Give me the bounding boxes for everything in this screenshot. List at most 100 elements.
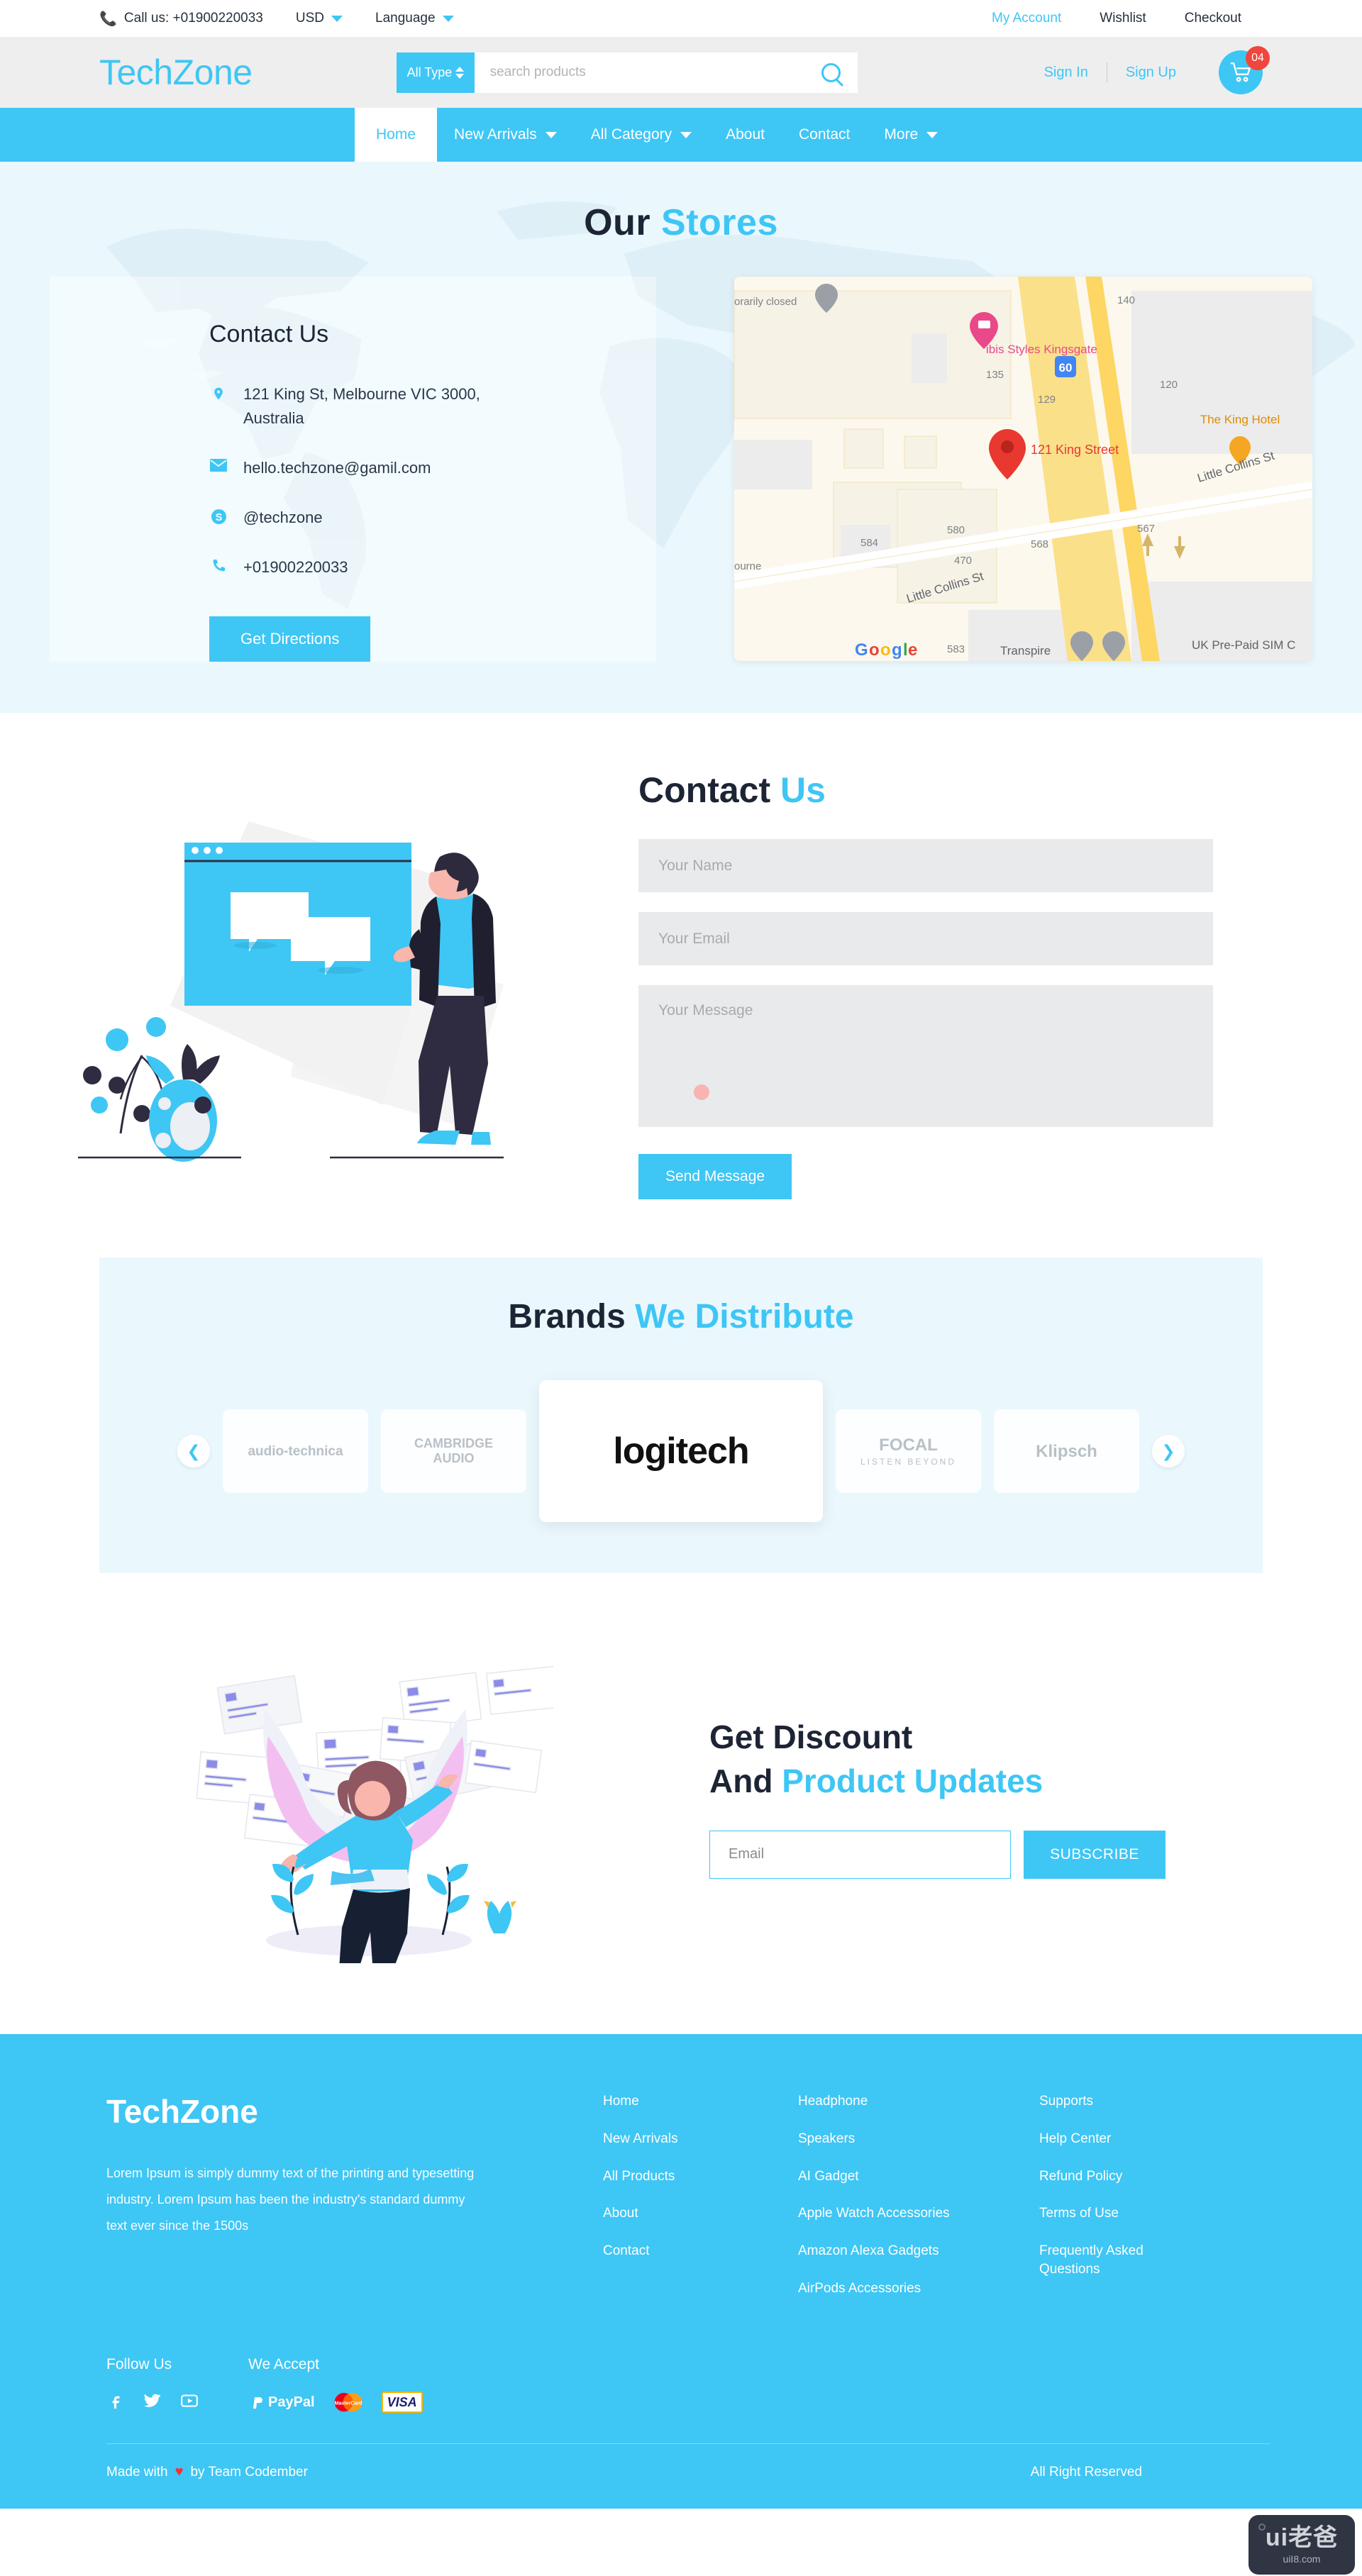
footer-link-terms-of-use[interactable]: Terms of Use <box>1039 2204 1234 2223</box>
store-location-map[interactable]: 60 ibis Styles Kingsgate 121 King Street… <box>734 277 1312 661</box>
footer-link-apple-watch-accessories[interactable]: Apple Watch Accessories <box>798 2204 1039 2223</box>
paypal-label: PayPal <box>268 2394 315 2410</box>
footer-link-all-products[interactable]: All Products <box>603 2167 798 2186</box>
call-us-info: 📞 Call us: +01900220033 <box>99 10 263 28</box>
chevron-down-icon <box>442 15 454 22</box>
watermark-logo: ui老爸 <box>1265 2524 1339 2551</box>
footer-column-categories: Headphone Speakers AI Gadget Apple Watch… <box>798 2092 1039 2316</box>
currency-selector[interactable]: USD <box>296 11 343 26</box>
nav-item-about[interactable]: About <box>709 108 782 162</box>
language-label: Language <box>375 11 436 26</box>
svg-text:o: o <box>880 640 891 660</box>
footer-link-help-center[interactable]: Help Center <box>1039 2130 1234 2148</box>
language-selector[interactable]: Language <box>375 11 454 26</box>
chevron-down-icon <box>680 131 692 138</box>
brands-carousel: ❮ audio-technica CAMBRIDGE AUDIO logitec… <box>99 1380 1263 1523</box>
heart-icon: ♥ <box>175 2464 184 2480</box>
twitter-icon[interactable] <box>143 2392 162 2414</box>
svg-text:60: 60 <box>1059 361 1073 374</box>
contact-email-input[interactable] <box>638 912 1213 966</box>
brand-tile-audio-technica[interactable]: audio-technica <box>223 1409 368 1494</box>
nav-label: Home <box>376 126 416 143</box>
nav-item-home[interactable]: Home <box>355 108 438 162</box>
map-pin-icon <box>209 382 228 402</box>
newsletter-email-input[interactable] <box>709 1830 1011 1879</box>
checkout-link[interactable]: Checkout <box>1185 11 1241 26</box>
footer-link-ai-gadget[interactable]: AI Gadget <box>798 2167 1039 2186</box>
footer-logo: TechZone <box>106 2093 258 2131</box>
svg-text:g: g <box>892 640 902 660</box>
site-header: TechZone All Type Sign In Sign Up 04 <box>0 37 1362 108</box>
site-logo[interactable]: TechZone <box>99 52 253 93</box>
nav-item-all-category[interactable]: All Category <box>574 108 709 162</box>
map-canvas: 60 ibis Styles Kingsgate 121 King Street… <box>734 277 1312 661</box>
contact-message-textarea[interactable] <box>638 985 1213 1128</box>
chat-bubbles-window-man-illustration <box>78 821 504 1162</box>
footer-link-supports[interactable]: Supports <box>1039 2092 1234 2111</box>
site-footer: TechZone Lorem Ipsum is simply dummy tex… <box>0 2034 1362 2509</box>
call-us-text: Call us: +01900220033 <box>123 11 263 26</box>
sign-up-link[interactable]: Sign Up <box>1126 65 1176 81</box>
footer-link-home[interactable]: Home <box>603 2092 798 2111</box>
footer-link-airpods-accessories[interactable]: AirPods Accessories <box>798 2280 1039 2298</box>
svg-text:470: 470 <box>954 555 972 567</box>
footer-link-new-arrivals[interactable]: New Arrivals <box>603 2130 798 2148</box>
facebook-icon[interactable] <box>106 2392 125 2414</box>
svg-text:129: 129 <box>1038 394 1056 406</box>
search-type-select[interactable]: All Type <box>396 52 475 93</box>
newsletter-section: Get Discount And Product Updates SUBSCRI… <box>0 1573 1362 2034</box>
footer-social-block: Follow Us <box>106 2356 248 2414</box>
brand-name: CAMBRIDGE <box>414 1436 493 1450</box>
footer-brand-block: TechZone Lorem Ipsum is simply dummy tex… <box>106 2092 603 2316</box>
nav-label: Contact <box>799 126 851 143</box>
contact-email-row: hello.techzone@gamil.com <box>209 456 493 480</box>
search-type-label: All Type <box>406 65 453 79</box>
nav-item-more[interactable]: More <box>867 108 955 162</box>
contact-name-input[interactable] <box>638 839 1213 893</box>
headline-line1: Get Discount <box>709 1719 913 1756</box>
brand-tile-cambridge-audio[interactable]: CAMBRIDGE AUDIO <box>381 1409 526 1494</box>
footer-link-speakers[interactable]: Speakers <box>798 2130 1039 2148</box>
nav-item-new-arrivals[interactable]: New Arrivals <box>437 108 574 162</box>
brand-tile-logitech[interactable]: logitech <box>539 1380 823 1523</box>
svg-text:orarily closed: orarily closed <box>734 296 797 308</box>
footer-link-amazon-alexa-gadgets[interactable]: Amazon Alexa Gadgets <box>798 2242 1039 2260</box>
get-directions-button[interactable]: Get Directions <box>209 616 371 662</box>
nav-item-contact[interactable]: Contact <box>782 108 867 162</box>
footer-link-headphone[interactable]: Headphone <box>798 2092 1039 2111</box>
svg-text:583: 583 <box>947 643 965 655</box>
wishlist-link[interactable]: Wishlist <box>1100 11 1146 26</box>
footer-link-refund-policy[interactable]: Refund Policy <box>1039 2167 1234 2186</box>
send-message-button[interactable]: Send Message <box>638 1154 792 1200</box>
footer-column-site-links: Home New Arrivals All Products About Con… <box>603 2092 798 2316</box>
svg-text:S: S <box>215 512 222 523</box>
brand-tile-focal[interactable]: FOCAL LISTEN BEYOND <box>836 1409 981 1494</box>
cart-button[interactable]: 04 <box>1218 46 1270 94</box>
search-input[interactable] <box>474 52 805 93</box>
svg-text:580: 580 <box>947 524 965 536</box>
youtube-icon[interactable] <box>180 2392 199 2414</box>
carousel-next-button[interactable]: ❯ <box>1152 1435 1185 1468</box>
subscribe-button[interactable]: SUBSCRIBE <box>1024 1830 1166 1879</box>
footer-payments-block: We Accept PayPal MasterCard VISA <box>248 2356 423 2414</box>
sign-in-link[interactable]: Sign In <box>1044 65 1088 81</box>
footer-credit-bar: Made with ♥ by Team Codember All Right R… <box>106 2444 1270 2480</box>
phone-icon: 📞 <box>99 11 117 27</box>
brand-name: audio-technica <box>248 1443 343 1459</box>
stepper-icon <box>455 66 464 79</box>
credit-suffix: by Team Codember <box>190 2464 308 2480</box>
brand-name: FOCAL <box>879 1435 938 1455</box>
contact-form: Contact Us Send Message <box>638 770 1213 1200</box>
footer-link-faq[interactable]: Frequently Asked Questions <box>1039 2242 1181 2278</box>
carousel-prev-button[interactable]: ❮ <box>177 1435 210 1468</box>
credit-prefix: Made with <box>106 2464 168 2480</box>
svg-text:120: 120 <box>1160 379 1178 391</box>
my-account-link[interactable]: My Account <box>992 11 1061 26</box>
footer-link-contact[interactable]: Contact <box>603 2242 798 2260</box>
cart-count-badge: 04 <box>1245 46 1270 70</box>
brand-tile-klipsch[interactable]: Klipsch <box>994 1409 1139 1494</box>
title-part-black: Our <box>584 202 651 243</box>
footer-link-about[interactable]: About <box>603 2204 798 2223</box>
newsletter-illustration <box>0 1630 709 1964</box>
search-submit-button[interactable] <box>804 52 858 93</box>
